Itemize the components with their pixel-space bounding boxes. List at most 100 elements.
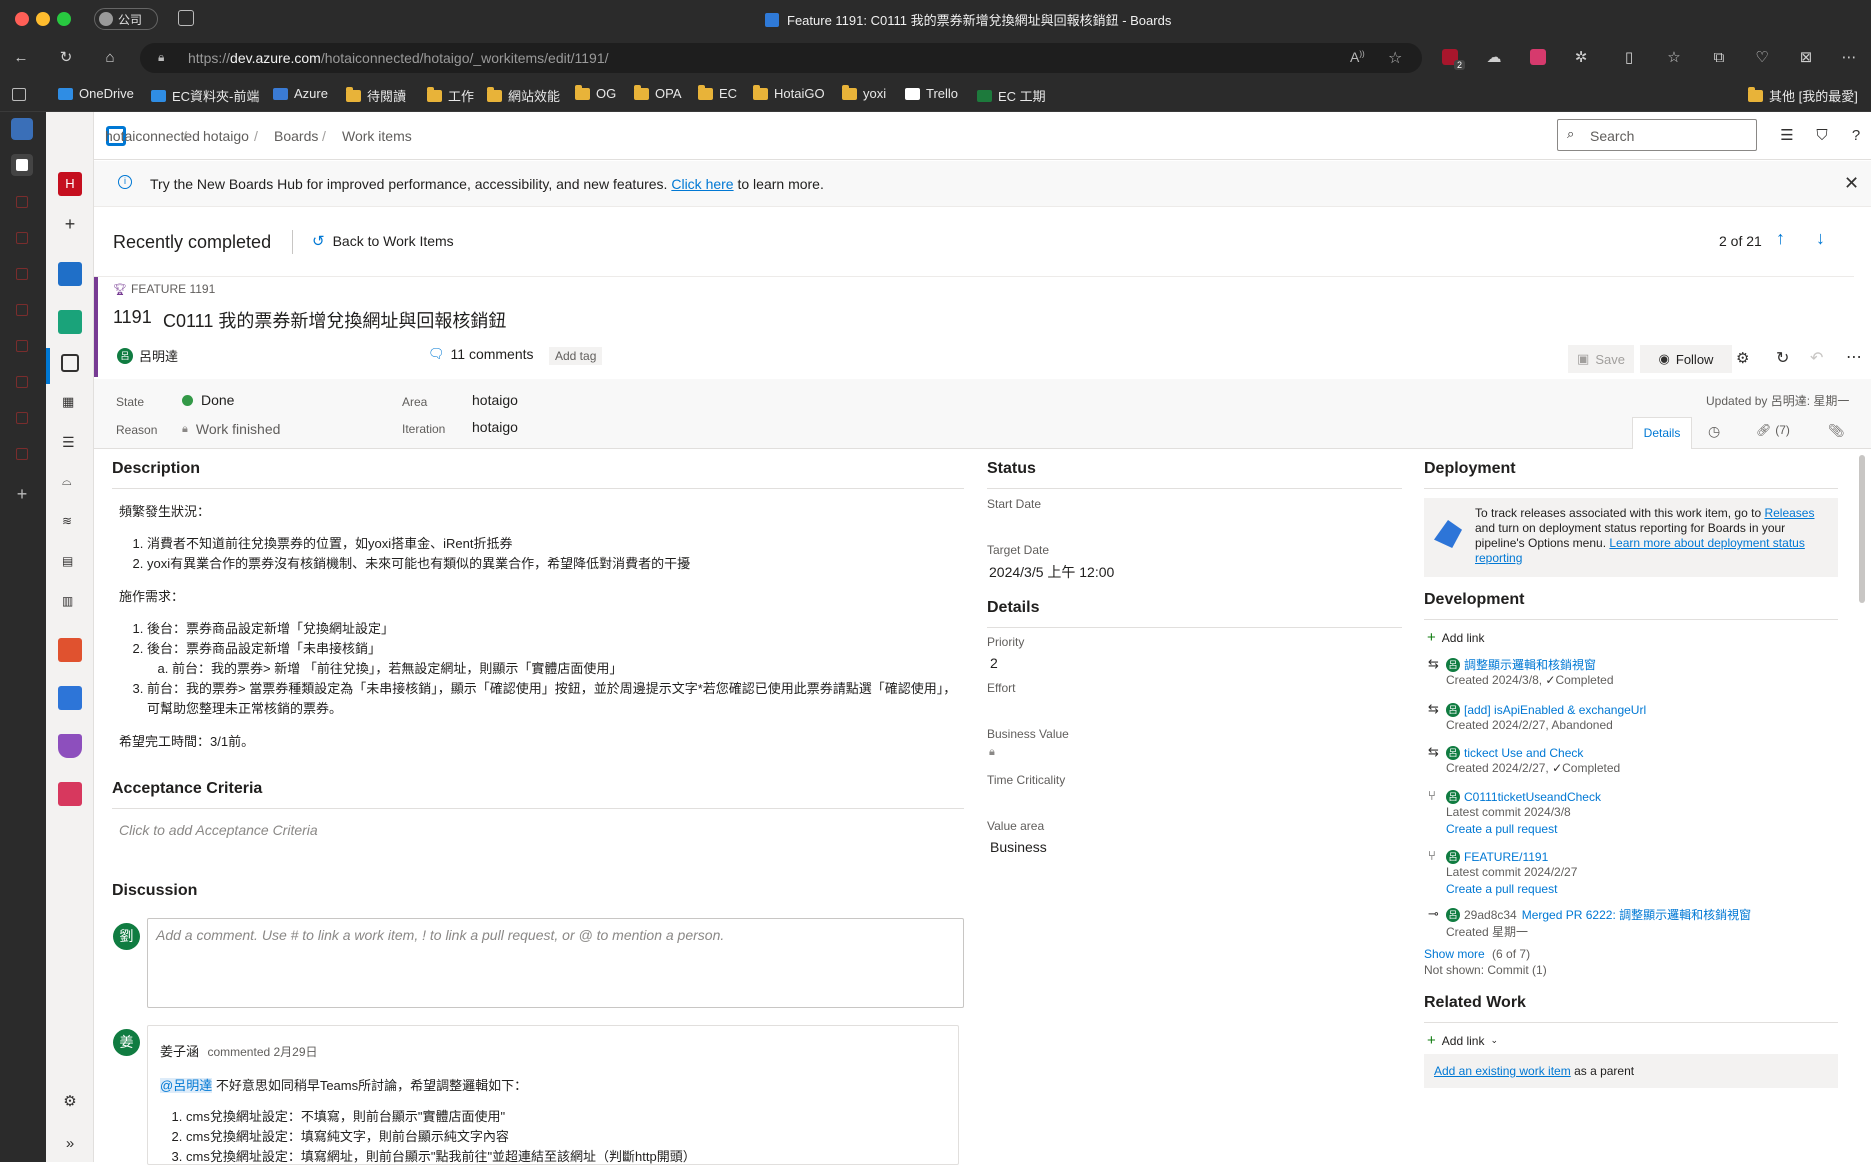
delivery-plans-icon[interactable]: ▤ bbox=[62, 554, 78, 570]
screenshot-icon[interactable]: ⊠ bbox=[1797, 49, 1815, 67]
favorite-item[interactable]: OPA bbox=[634, 84, 682, 101]
history-icon[interactable]: ◷ bbox=[1708, 423, 1720, 440]
tab-links[interactable]: 🔗︎ (7) bbox=[1756, 423, 1790, 437]
show-more-link[interactable]: Show more bbox=[1424, 947, 1485, 961]
acceptance-input[interactable]: Click to add Acceptance Criteria bbox=[119, 822, 318, 838]
attachment-icon[interactable]: 📎︎ bbox=[1828, 423, 1845, 439]
favorite-item[interactable]: Trello bbox=[905, 86, 958, 101]
back-to-work-items-button[interactable]: ↺ Back to Work Items bbox=[312, 232, 454, 250]
add-icon[interactable]: + bbox=[58, 212, 82, 236]
breadcrumb-project[interactable]: hotaigo bbox=[203, 128, 249, 144]
split-screen-icon[interactable]: ▯ bbox=[1620, 49, 1638, 67]
tab-pdf-1[interactable] bbox=[16, 196, 28, 208]
time-criticality-input[interactable] bbox=[987, 789, 1397, 813]
project-avatar[interactable]: H bbox=[58, 172, 82, 196]
development-item-title[interactable]: 調整顯示邏輯和核銷視窗 bbox=[1464, 658, 1596, 672]
more-options-icon[interactable]: ⋯ bbox=[1840, 49, 1858, 67]
related-add-link-button[interactable]: + Add link ⌄ bbox=[1427, 1032, 1498, 1049]
favorite-item[interactable]: 工作 bbox=[427, 86, 474, 105]
favorite-item[interactable]: 待閱讀 bbox=[346, 86, 406, 105]
tab-trello[interactable] bbox=[11, 154, 33, 176]
breadcrumb-work-items[interactable]: Work items bbox=[342, 128, 412, 144]
pipelines-icon[interactable] bbox=[58, 686, 82, 710]
comments-link[interactable]: 🗨︎ 11 comments bbox=[428, 346, 534, 362]
search-input[interactable]: ⌕ Search bbox=[1557, 119, 1757, 151]
breadcrumb-boards[interactable]: Boards bbox=[274, 128, 318, 144]
tab-pdf-2[interactable] bbox=[16, 232, 28, 244]
work-items-icon[interactable] bbox=[61, 354, 79, 372]
effort-input[interactable] bbox=[987, 697, 1397, 721]
tab-pdf-5[interactable] bbox=[16, 340, 28, 352]
workitem-title[interactable]: C0111 我的票券新增兌換網址與回報核銷鈕 bbox=[163, 307, 506, 333]
sprints-icon[interactable]: ⌓ bbox=[62, 474, 78, 490]
updated-by[interactable]: Updated by 呂明達: 星期一 bbox=[1706, 392, 1849, 409]
extensions-puzzle-icon[interactable]: ✲ bbox=[1572, 49, 1590, 67]
settings-gear-icon[interactable]: ⚙ bbox=[58, 1090, 82, 1114]
board-view-icon[interactable]: ▦ bbox=[62, 394, 78, 410]
health-icon[interactable]: ♡ bbox=[1753, 49, 1771, 67]
favorites-icon[interactable]: ☆ bbox=[1665, 49, 1683, 67]
collections-icon[interactable]: ⧉ bbox=[1710, 49, 1728, 67]
favorite-item[interactable]: Azure bbox=[273, 86, 328, 101]
start-date-input[interactable] bbox=[987, 513, 1397, 537]
minimize-window-button[interactable] bbox=[36, 12, 50, 26]
revert-icon[interactable]: ↶ bbox=[1810, 348, 1823, 368]
area-value[interactable]: hotaigo bbox=[472, 392, 518, 408]
backlogs-icon[interactable]: ☰ bbox=[62, 434, 78, 450]
expand-nav-icon[interactable]: » bbox=[58, 1132, 82, 1156]
artifacts-icon[interactable] bbox=[58, 782, 82, 806]
create-pull-request-link[interactable]: Create a pull request bbox=[1446, 822, 1557, 836]
description-body[interactable]: 頻繁發生狀況： 消費者不知道前往兌換票券的位置，如yoxi搭車金、iRent折抵… bbox=[119, 502, 959, 752]
translate-extension-icon[interactable] bbox=[1530, 49, 1546, 65]
favorite-item[interactable]: EC 工期 bbox=[977, 86, 1046, 105]
priority-value[interactable]: 2 bbox=[990, 655, 998, 671]
commit-hash[interactable]: 29ad8c34 bbox=[1464, 908, 1517, 922]
workspaces-icon[interactable] bbox=[178, 10, 194, 26]
new-tab-icon[interactable]: + bbox=[10, 484, 34, 505]
help-icon[interactable]: ? bbox=[1847, 127, 1865, 145]
favorite-item[interactable]: EC bbox=[698, 84, 737, 101]
reload-icon[interactable]: ↻ bbox=[57, 49, 75, 67]
next-item-icon[interactable]: ↓ bbox=[1816, 228, 1825, 249]
other-favorites[interactable]: 其他 [我的最愛] bbox=[1748, 86, 1858, 105]
home-icon[interactable]: ⌂ bbox=[101, 49, 119, 67]
development-item-title[interactable]: [add] isApiEnabled & exchangeUrl bbox=[1464, 703, 1646, 717]
comment-mention[interactable]: @呂明達 bbox=[160, 1078, 213, 1093]
repos-icon[interactable] bbox=[58, 638, 82, 662]
development-item-title[interactable]: Merged PR 6222: 調整顯示邏輯和核銷視窗 bbox=[1522, 908, 1751, 922]
previous-item-icon[interactable]: ↑ bbox=[1776, 228, 1785, 249]
tab-pdf-6[interactable] bbox=[16, 376, 28, 388]
favorite-item[interactable]: 網站效能 bbox=[487, 86, 560, 105]
save-button[interactable]: ▣ Save bbox=[1568, 345, 1634, 373]
profile-button[interactable]: 公司 bbox=[94, 8, 158, 30]
banner-link[interactable]: Click here bbox=[671, 176, 733, 192]
assignee[interactable]: 呂 呂明達 bbox=[117, 346, 178, 365]
state-field[interactable]: Done bbox=[182, 392, 234, 408]
tab-pdf-8[interactable] bbox=[16, 448, 28, 460]
analytics-icon[interactable]: ▥ bbox=[62, 594, 78, 610]
sidebar-toggle-icon[interactable] bbox=[12, 88, 26, 101]
comment-input[interactable]: Add a comment. Use # to link a work item… bbox=[147, 918, 964, 1008]
create-pull-request-link[interactable]: Create a pull request bbox=[1446, 882, 1557, 896]
close-banner-icon[interactable]: ✕ bbox=[1844, 173, 1859, 194]
development-item-title[interactable]: C0111ticketUseandCheck bbox=[1464, 790, 1601, 804]
read-aloud-icon[interactable]: A)) bbox=[1350, 49, 1365, 65]
favorite-item[interactable]: HotaiGO bbox=[753, 84, 825, 101]
refresh-icon[interactable]: ↻ bbox=[1776, 348, 1789, 368]
address-bar[interactable]: 🔒︎ https://dev.azure.com/hotaiconnected/… bbox=[140, 43, 1422, 73]
development-add-link-button[interactable]: + Add link bbox=[1427, 629, 1484, 646]
development-item-title[interactable]: FEATURE/1191 bbox=[1464, 850, 1548, 864]
close-window-button[interactable] bbox=[15, 12, 29, 26]
favorite-item[interactable]: EC資料夾-前端 bbox=[151, 86, 259, 105]
tab-details[interactable]: Details bbox=[1632, 417, 1692, 449]
favorite-star-icon[interactable]: ☆ bbox=[1388, 48, 1402, 68]
tab-azure-devops[interactable] bbox=[11, 118, 33, 140]
development-item-title[interactable]: tickect Use and Check bbox=[1464, 746, 1583, 760]
add-tag-button[interactable]: Add tag bbox=[549, 347, 603, 365]
maximize-window-button[interactable] bbox=[57, 12, 71, 26]
test-plans-icon[interactable] bbox=[58, 734, 82, 758]
tab-pdf-4[interactable] bbox=[16, 304, 28, 316]
scrollbar[interactable] bbox=[1859, 455, 1865, 603]
favorite-item[interactable]: yoxi bbox=[842, 84, 886, 101]
follow-button[interactable]: ◉ Follow bbox=[1640, 345, 1732, 373]
